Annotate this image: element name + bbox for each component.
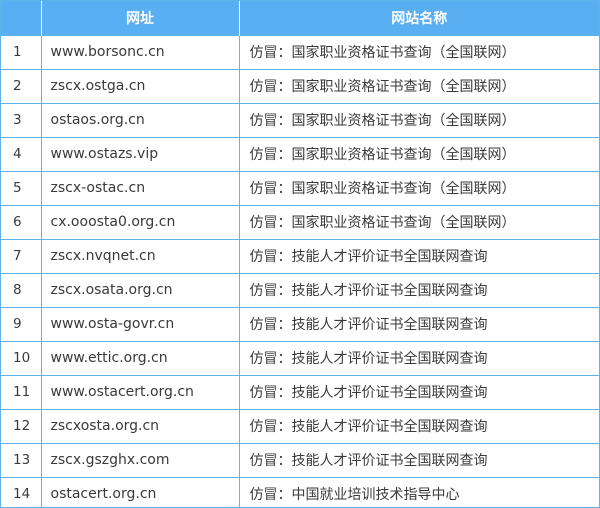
table-row: 14 ostacert.org.cn 仿冒：中国就业培训技术指导中心 <box>1 476 599 507</box>
row-index: 2 <box>1 68 42 103</box>
table-body: 1 www.borsonc.cn 仿冒：国家职业资格证书查询（全国联网） 2 z… <box>1 34 599 507</box>
row-index: 3 <box>1 102 42 137</box>
table-header: 网址 网站名称 <box>1 1 599 35</box>
table-row: 5 zscx-ostac.cn 仿冒：国家职业资格证书查询（全国联网） <box>1 170 599 205</box>
table-row: 10 www.ettic.org.cn 仿冒：技能人才评价证书全国联网查询 <box>1 340 599 375</box>
row-url: zscx-ostac.cn <box>41 170 240 205</box>
table-row: 12 zscxosta.org.cn 仿冒：技能人才评价证书全国联网查询 <box>1 408 599 443</box>
row-url: www.ostazs.vip <box>41 136 240 171</box>
row-site-name: 仿冒：技能人才评价证书全国联网查询 <box>239 442 599 477</box>
row-site-name: 仿冒：中国就业培训技术指导中心 <box>239 476 599 507</box>
table-row: 7 zscx.nvqnet.cn 仿冒：技能人才评价证书全国联网查询 <box>1 238 599 273</box>
row-index: 1 <box>1 34 42 69</box>
row-site-name: 仿冒：国家职业资格证书查询（全国联网） <box>239 136 599 171</box>
row-index: 4 <box>1 136 42 171</box>
table-header-row: 网址 网站名称 <box>1 1 599 35</box>
row-site-name: 仿冒：国家职业资格证书查询（全国联网） <box>239 204 599 239</box>
row-site-name: 仿冒：技能人才评价证书全国联网查询 <box>239 306 599 341</box>
row-index: 7 <box>1 238 42 273</box>
table-row: 8 zscx.osata.org.cn 仿冒：技能人才评价证书全国联网查询 <box>1 272 599 307</box>
row-site-name: 仿冒：技能人才评价证书全国联网查询 <box>239 340 599 375</box>
table-row: 3 ostaos.org.cn 仿冒：国家职业资格证书查询（全国联网） <box>1 102 599 137</box>
row-url: cx.ooosta0.org.cn <box>41 204 240 239</box>
header-index <box>1 1 42 35</box>
header-site-name: 网站名称 <box>239 1 599 35</box>
row-index: 9 <box>1 306 42 341</box>
table-row: 11 www.ostacert.org.cn 仿冒：技能人才评价证书全国联网查询 <box>1 374 599 409</box>
row-site-name: 仿冒：技能人才评价证书全国联网查询 <box>239 374 599 409</box>
row-site-name: 仿冒：国家职业资格证书查询（全国联网） <box>239 170 599 205</box>
row-site-name: 仿冒：国家职业资格证书查询（全国联网） <box>239 34 599 69</box>
row-url: www.borsonc.cn <box>41 34 240 69</box>
row-site-name: 仿冒：技能人才评价证书全国联网查询 <box>239 272 599 307</box>
header-url: 网址 <box>41 1 240 35</box>
row-url: www.osta-govr.cn <box>41 306 240 341</box>
table-row: 13 zscx.gszghx.com 仿冒：技能人才评价证书全国联网查询 <box>1 442 599 477</box>
row-index: 8 <box>1 272 42 307</box>
row-url: ostaos.org.cn <box>41 102 240 137</box>
row-url: zscxosta.org.cn <box>41 408 240 443</box>
row-index: 5 <box>1 170 42 205</box>
row-url: zscx.osata.org.cn <box>41 272 240 307</box>
row-url: zscx.ostga.cn <box>41 68 240 103</box>
table-row: 2 zscx.ostga.cn 仿冒：国家职业资格证书查询（全国联网） <box>1 68 599 103</box>
row-url: www.ostacert.org.cn <box>41 374 240 409</box>
table-row: 9 www.osta-govr.cn 仿冒：技能人才评价证书全国联网查询 <box>1 306 599 341</box>
row-index: 11 <box>1 374 42 409</box>
row-index: 10 <box>1 340 42 375</box>
row-url: zscx.nvqnet.cn <box>41 238 240 273</box>
row-site-name: 仿冒：国家职业资格证书查询（全国联网） <box>239 102 599 137</box>
row-index: 13 <box>1 442 42 477</box>
table-row: 4 www.ostazs.vip 仿冒：国家职业资格证书查询（全国联网） <box>1 136 599 171</box>
table-row: 6 cx.ooosta0.org.cn 仿冒：国家职业资格证书查询（全国联网） <box>1 204 599 239</box>
site-list-table: 网址 网站名称 1 www.borsonc.cn 仿冒：国家职业资格证书查询（全… <box>1 1 599 507</box>
row-url: ostacert.org.cn <box>41 476 240 507</box>
table-row: 1 www.borsonc.cn 仿冒：国家职业资格证书查询（全国联网） <box>1 34 599 69</box>
row-index: 12 <box>1 408 42 443</box>
site-list-table-frame: 网址 网站名称 1 www.borsonc.cn 仿冒：国家职业资格证书查询（全… <box>0 0 600 508</box>
row-site-name: 仿冒：技能人才评价证书全国联网查询 <box>239 408 599 443</box>
row-site-name: 仿冒：国家职业资格证书查询（全国联网） <box>239 68 599 103</box>
row-index: 6 <box>1 204 42 239</box>
row-site-name: 仿冒：技能人才评价证书全国联网查询 <box>239 238 599 273</box>
row-url: www.ettic.org.cn <box>41 340 240 375</box>
row-index: 14 <box>1 476 42 507</box>
row-url: zscx.gszghx.com <box>41 442 240 477</box>
